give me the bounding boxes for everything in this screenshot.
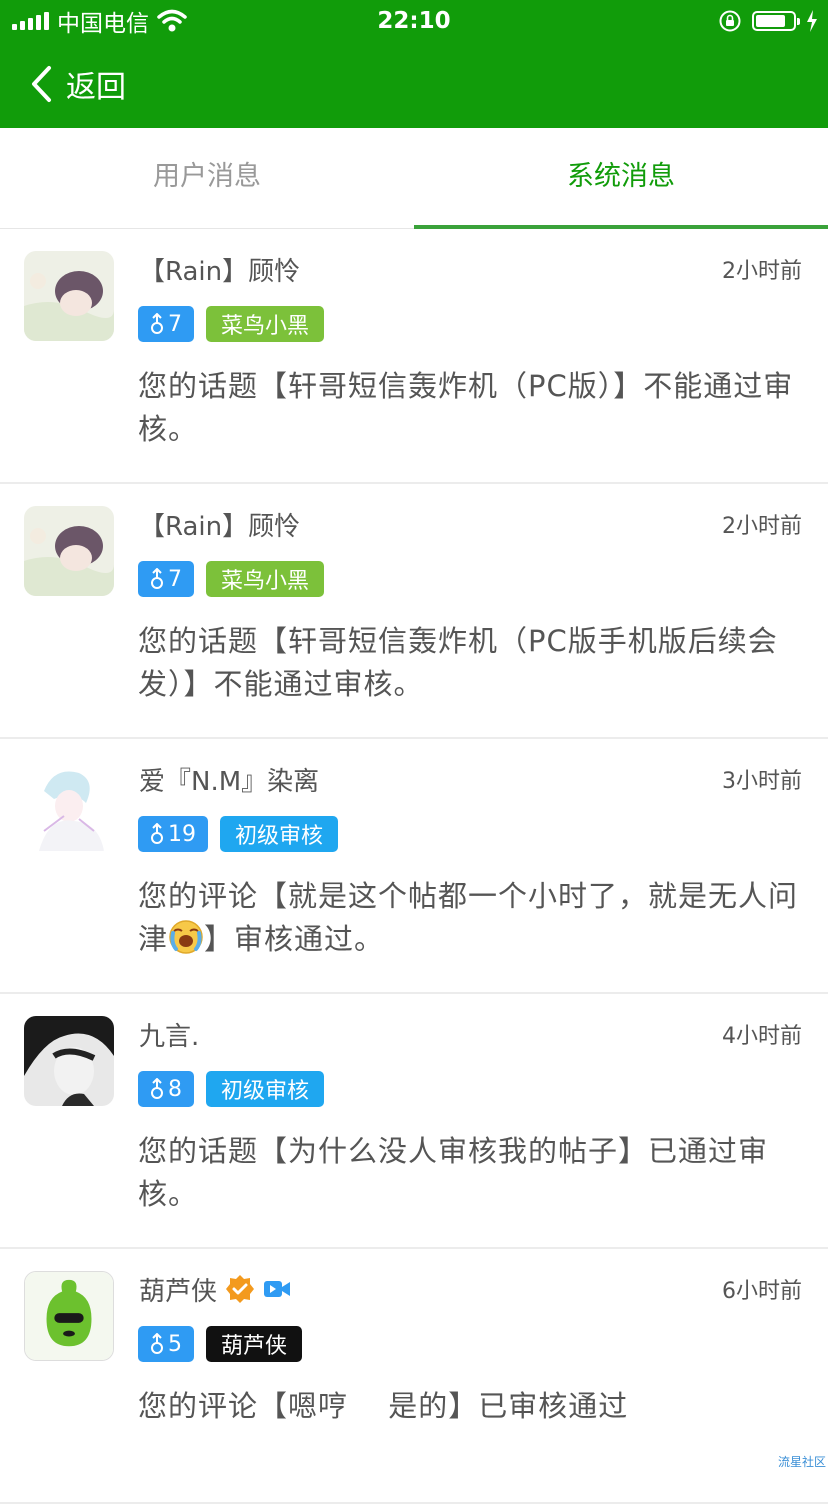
title-badge: 菜鸟小黑 [206, 561, 325, 597]
back-label: 返回 [66, 70, 126, 105]
level-value: 5 [168, 1331, 182, 1357]
badges: 7 菜鸟小黑 [138, 306, 325, 342]
message-content: 您的话题【为什么没人审核我的帖子】已通过审核。 [138, 1134, 769, 1211]
gender-icon [151, 1078, 163, 1099]
avatar[interactable] [24, 761, 114, 851]
name-row: 九言. [139, 1012, 199, 1056]
content-text-after: 】审核通过。 [204, 922, 385, 956]
name-row: 葫芦侠 [139, 1267, 291, 1311]
signal-icon [12, 12, 49, 30]
username[interactable]: 爱『N.M』染离 [139, 761, 319, 798]
username[interactable]: 【Rain】顾怜 [139, 251, 300, 288]
chevron-left-icon [32, 66, 51, 102]
gender-icon [151, 823, 163, 844]
message-list: 【Rain】顾怜 2小时前 7 菜鸟小黑 您的话题【轩哥短信轰炸机（PC版）】不… [0, 229, 828, 1504]
message-item[interactable]: 九言. 4小时前 8 初级审核 您的话题【为什么没人审核我的帖子】已通过审核。 [0, 994, 828, 1249]
message-time: 2小时前 [722, 259, 802, 284]
level-badge: 8 [138, 1071, 194, 1107]
status-carrier: 中国电信 [12, 4, 187, 38]
username[interactable]: 葫芦侠 [139, 1271, 217, 1308]
message-tabs: 用户消息 系统消息 [0, 128, 828, 229]
message-time: 6小时前 [722, 1279, 802, 1304]
name-row: 【Rain】顾怜 [139, 247, 300, 291]
level-value: 7 [168, 566, 182, 592]
message-content: 您的话题【轩哥短信轰炸机（PC版手机版后续会发）】不能通过审核。 [138, 624, 778, 701]
level-badge: 5 [138, 1326, 194, 1362]
tab-user-messages[interactable]: 用户消息 [0, 128, 414, 228]
message-content: 您的评论【就是这个帖都一个小时了，就是无人问津 】审核通过。 [138, 875, 806, 961]
name-row: 【Rain】顾怜 [139, 502, 300, 546]
username[interactable]: 九言. [139, 1016, 199, 1053]
message-item[interactable]: 【Rain】顾怜 2小时前 7 菜鸟小黑 您的话题【轩哥短信轰炸机（PC版）】不… [0, 229, 828, 484]
crying-emoji-icon [169, 920, 203, 954]
message-content: 您的话题【轩哥短信轰炸机（PC版）】不能通过审核。 [138, 369, 794, 446]
title-badge: 葫芦侠 [206, 1326, 303, 1362]
badges: 8 初级审核 [138, 1071, 325, 1107]
message-item[interactable]: 爱『N.M』染离 3小时前 19 初级审核 您的评论【就是这个帖都一个小时了，就… [0, 739, 828, 994]
title-badge: 初级审核 [206, 1071, 325, 1107]
message-content: 您的评论【嗯哼 是的】已审核通过 [138, 1389, 629, 1423]
level-value: 8 [168, 1076, 182, 1102]
tab-system-messages[interactable]: 系统消息 [414, 128, 828, 229]
level-badge: 19 [138, 816, 208, 852]
top-bar: 中国电信 22:10 返回 [0, 0, 828, 128]
badges: 5 葫芦侠 [138, 1326, 303, 1362]
badges: 19 初级审核 [138, 816, 339, 852]
message-item[interactable]: 【Rain】顾怜 2小时前 7 菜鸟小黑 您的话题【轩哥短信轰炸机（PC版手机版… [0, 484, 828, 739]
message-item[interactable]: 葫芦侠 6小时前 5 葫芦侠 您的评论【嗯哼 是的】已审核通过 [0, 1249, 828, 1504]
avatar[interactable] [24, 506, 114, 596]
level-badge: 7 [138, 306, 194, 342]
avatar[interactable] [24, 1271, 114, 1361]
message-time: 3小时前 [722, 769, 802, 794]
gender-icon [151, 568, 163, 589]
video-icon [264, 1281, 291, 1297]
badges: 7 菜鸟小黑 [138, 561, 325, 597]
title-badge: 菜鸟小黑 [206, 306, 325, 342]
charging-icon [807, 10, 817, 32]
verified-icon [226, 1275, 255, 1303]
gender-icon [151, 1333, 163, 1354]
level-value: 19 [168, 821, 196, 847]
gender-icon [151, 313, 163, 334]
level-value: 7 [168, 311, 182, 337]
carrier-label: 中国电信 [57, 11, 149, 37]
battery-icon [752, 11, 800, 31]
message-time: 2小时前 [722, 514, 802, 539]
message-time: 4小时前 [722, 1024, 802, 1049]
rotation-lock-icon [719, 10, 741, 32]
title-badge: 初级审核 [220, 816, 339, 852]
avatar[interactable] [24, 251, 114, 341]
back-button[interactable]: 返回 [30, 60, 126, 108]
watermark: 流星社区 [777, 1455, 826, 1469]
level-badge: 7 [138, 561, 194, 597]
username[interactable]: 【Rain】顾怜 [139, 506, 300, 543]
name-row: 爱『N.M』染离 [139, 757, 319, 801]
status-right [718, 6, 818, 36]
wifi-icon [157, 9, 187, 32]
avatar[interactable] [24, 1016, 114, 1106]
